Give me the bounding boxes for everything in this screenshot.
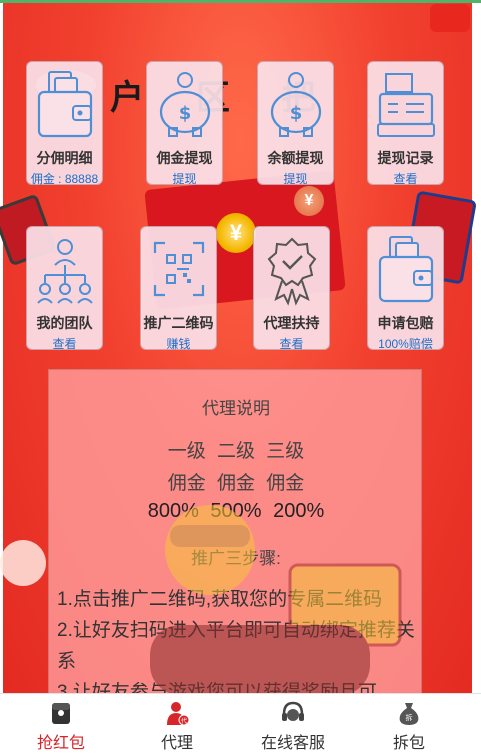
svg-text:代: 代 bbox=[181, 717, 187, 725]
tab-label: 在线客服 bbox=[260, 735, 325, 752]
coin-decoration: ¥ bbox=[294, 186, 324, 216]
tab-label: 拆包 bbox=[392, 735, 425, 752]
left-edge bbox=[0, 3, 3, 693]
card-commission-detail[interactable]: 分佣明细 佣金 : 88888 bbox=[26, 61, 103, 186]
piggy-bank-icon: $ bbox=[270, 72, 321, 137]
coin-decoration: ¥ bbox=[216, 213, 256, 253]
team-icon bbox=[36, 239, 93, 304]
card-subtitle: 查看 bbox=[52, 337, 77, 351]
wallet-icon bbox=[52, 703, 70, 724]
card-subtitle: 提现 bbox=[283, 172, 308, 186]
card-title: 分佣明细 bbox=[36, 150, 93, 166]
corner-flag-decoration bbox=[430, 4, 470, 32]
card-subtitle: 查看 bbox=[279, 337, 304, 351]
card-title: 代理扶持 bbox=[263, 315, 320, 331]
svg-text:拆: 拆 bbox=[406, 713, 413, 722]
card-title: 推广二维码 bbox=[143, 315, 214, 331]
tab-label: 代理 bbox=[160, 735, 193, 752]
cash-register-icon bbox=[376, 73, 435, 137]
card-title: 申请包赔 bbox=[377, 315, 434, 331]
card-subtitle: 佣金 : 88888 bbox=[30, 172, 99, 186]
card-commission-withdraw[interactable]: $ 佣金提现 提现 bbox=[146, 61, 223, 186]
wallet-icon bbox=[37, 71, 92, 138]
card-title: 余额提现 bbox=[267, 150, 324, 166]
bottom-tab-bar: 抢红包 代 代理 在线客服 拆 拆包 bbox=[0, 693, 481, 755]
piggy-bank-icon: $ bbox=[159, 72, 210, 137]
card-agent-support[interactable]: 代理扶持 查看 bbox=[253, 226, 330, 351]
card-subtitle: 100%赔偿 bbox=[378, 337, 433, 351]
svg-text:$: $ bbox=[289, 103, 302, 124]
card-title: 我的团队 bbox=[36, 315, 93, 331]
card-subtitle: 赚钱 bbox=[166, 337, 191, 351]
info-commission: 佣金 佣金 佣金 bbox=[167, 473, 305, 494]
tab-label: 抢红包 bbox=[36, 735, 85, 752]
card-promo-qr[interactable]: 推广二维码 赚钱 bbox=[140, 226, 217, 351]
info-levels: 一级 二级 三级 bbox=[167, 441, 305, 462]
tab-open-packet[interactable]: 拆 拆包 bbox=[349, 694, 469, 755]
tab-online-service[interactable]: 在线客服 bbox=[233, 694, 353, 755]
app-root: ¥ ¥ 户 区 把 分佣明细 佣金 : 88888 $ 佣金提现 提现 bbox=[0, 0, 481, 755]
rider-illustration bbox=[150, 505, 402, 695]
card-subtitle: 查看 bbox=[393, 172, 418, 186]
money-bag-icon: 拆 bbox=[399, 703, 419, 725]
info-title: 代理说明 bbox=[202, 399, 270, 418]
card-subtitle: 提现 bbox=[172, 172, 197, 186]
card-title: 佣金提现 bbox=[156, 150, 213, 166]
tab-grab-red-packet[interactable]: 抢红包 bbox=[1, 694, 121, 755]
card-apply-compensation[interactable]: 申请包赔 100%赔偿 bbox=[367, 226, 444, 351]
headset-icon bbox=[282, 701, 304, 721]
svg-text:$: $ bbox=[178, 103, 191, 124]
tab-agent[interactable]: 代 代理 bbox=[117, 694, 237, 755]
card-balance-withdraw[interactable]: $ 余额提现 提现 bbox=[257, 61, 334, 186]
card-my-team[interactable]: 我的团队 查看 bbox=[26, 226, 103, 351]
card-withdraw-records[interactable]: 提现记录 查看 bbox=[367, 61, 444, 186]
right-edge bbox=[472, 3, 481, 693]
qr-code-icon bbox=[153, 241, 204, 297]
agent-icon: 代 bbox=[167, 702, 190, 726]
cloud-decoration bbox=[0, 540, 46, 586]
wallet-icon bbox=[378, 236, 433, 303]
card-title: 提现记录 bbox=[377, 150, 434, 166]
badge-icon bbox=[267, 237, 316, 306]
